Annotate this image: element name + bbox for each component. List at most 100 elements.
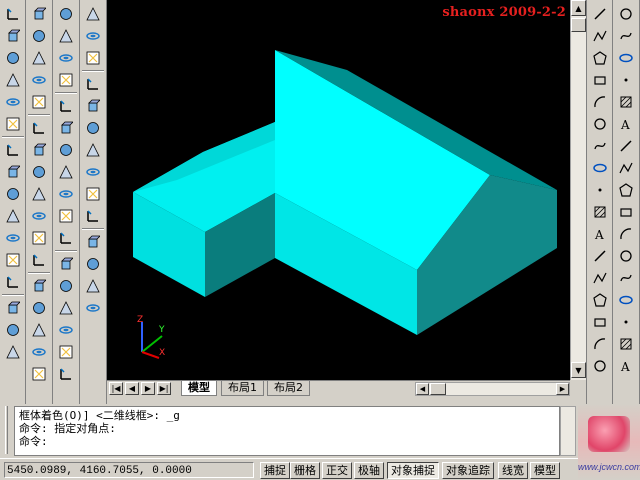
toolbar-tool-icon[interactable]	[83, 26, 103, 46]
toolbar-tool-icon[interactable]	[56, 48, 76, 68]
toolbar-tool-icon[interactable]	[29, 228, 49, 248]
snap-toggle[interactable]: 捕捉	[260, 462, 290, 479]
hscroll-thumb[interactable]	[430, 383, 446, 395]
toolbar-tool-icon[interactable]	[83, 254, 103, 274]
scroll-down-button[interactable]: ▼	[571, 362, 586, 378]
toolbar-tool-icon[interactable]	[616, 48, 636, 68]
toolbar-tool-icon[interactable]: A	[616, 356, 636, 376]
command-window[interactable]: 框体着色(O)] <二维线框>: _g 命令: 指定对角点: 命令:	[14, 406, 560, 456]
toolbar-tool-icon[interactable]	[3, 114, 23, 134]
toolbar-tool-icon[interactable]: A	[590, 224, 610, 244]
toolbar-tool-icon[interactable]	[56, 254, 76, 274]
toolbar-tool-icon[interactable]	[590, 158, 610, 178]
scroll-up-button[interactable]: ▲	[571, 0, 586, 16]
toolbar-tool-icon[interactable]	[590, 70, 610, 90]
toolbar-tool-icon[interactable]	[56, 298, 76, 318]
toolbar-tool-icon[interactable]	[3, 92, 23, 112]
toolbar-tool-icon[interactable]	[83, 276, 103, 296]
tab-layout1[interactable]: 布局1	[221, 381, 264, 396]
toolbar-tool-icon[interactable]	[56, 320, 76, 340]
toolbar-tool-icon[interactable]	[590, 114, 610, 134]
model-space-toggle[interactable]: 模型	[530, 462, 560, 479]
toolbar-tool-icon[interactable]	[29, 276, 49, 296]
lineweight-toggle[interactable]: 线宽	[498, 462, 528, 479]
toolbar-tool-icon[interactable]	[616, 26, 636, 46]
viewport-vertical-scrollbar[interactable]: ▲ ▼	[570, 0, 586, 380]
tab-next-button[interactable]: ▶	[141, 382, 155, 395]
toolbar-tool-icon[interactable]	[56, 364, 76, 384]
tab-first-button[interactable]: |◀	[109, 382, 123, 395]
scroll-thumb[interactable]	[571, 18, 586, 32]
toolbar-tool-icon[interactable]	[56, 342, 76, 362]
toolbar-tool-icon[interactable]	[3, 272, 23, 292]
scroll-right-button[interactable]: ▶	[556, 383, 569, 395]
toolbar-tool-icon[interactable]	[29, 26, 49, 46]
toolbar-tool-icon[interactable]	[29, 48, 49, 68]
grid-toggle[interactable]: 栅格	[290, 462, 320, 479]
toolbar-tool-icon[interactable]	[83, 74, 103, 94]
toolbar-tool-icon[interactable]	[616, 334, 636, 354]
toolbar-tool-icon[interactable]	[83, 118, 103, 138]
toolbar-tool-icon[interactable]	[590, 202, 610, 222]
toolbar-tool-icon[interactable]	[616, 158, 636, 178]
toolbar-tool-icon[interactable]	[590, 136, 610, 156]
toolbar-tool-icon[interactable]	[83, 140, 103, 160]
polar-toggle[interactable]: 极轴	[354, 462, 384, 479]
toolbar-tool-icon[interactable]	[616, 136, 636, 156]
toolbar-tool-icon[interactable]	[616, 202, 636, 222]
toolbar-tool-icon[interactable]	[56, 228, 76, 248]
toolbar-tool-icon[interactable]	[3, 162, 23, 182]
otrack-toggle[interactable]: 对象追踪	[442, 462, 494, 479]
toolbar-tool-icon[interactable]	[3, 342, 23, 362]
toolbar-tool-icon[interactable]	[29, 162, 49, 182]
toolbar-tool-icon[interactable]	[616, 224, 636, 244]
osnap-toggle[interactable]: 对象捕捉	[387, 462, 439, 479]
toolbar-tool-icon[interactable]	[29, 250, 49, 270]
toolbar-tool-icon[interactable]	[3, 140, 23, 160]
toolbar-tool-icon[interactable]	[29, 206, 49, 226]
toolbar-tool-icon[interactable]	[56, 162, 76, 182]
toolbar-tool-icon[interactable]	[56, 184, 76, 204]
command-scrollbar[interactable]	[560, 406, 576, 456]
toolbar-tool-icon[interactable]	[83, 96, 103, 116]
toolbar-tool-icon[interactable]	[3, 250, 23, 270]
toolbar-tool-icon[interactable]	[590, 268, 610, 288]
toolbar-tool-icon[interactable]	[83, 184, 103, 204]
toolbar-tool-icon[interactable]	[3, 4, 23, 24]
toolbar-tool-icon[interactable]	[590, 312, 610, 332]
toolbar-tool-icon[interactable]	[616, 70, 636, 90]
toolbar-tool-icon[interactable]	[29, 184, 49, 204]
toolbar-tool-icon[interactable]	[3, 206, 23, 226]
toolbar-tool-icon[interactable]	[56, 4, 76, 24]
toolbar-tool-icon[interactable]	[56, 96, 76, 116]
toolbar-tool-icon[interactable]	[83, 162, 103, 182]
toolbar-tool-icon[interactable]	[3, 184, 23, 204]
toolbar-tool-icon[interactable]	[29, 320, 49, 340]
toolbar-tool-icon[interactable]	[590, 334, 610, 354]
toolbar-tool-icon[interactable]	[590, 92, 610, 112]
toolbar-tool-icon[interactable]	[616, 246, 636, 266]
toolbar-tool-icon[interactable]	[29, 118, 49, 138]
toolbar-tool-icon[interactable]	[590, 48, 610, 68]
toolbar-tool-icon[interactable]	[29, 4, 49, 24]
toolbar-tool-icon[interactable]	[56, 276, 76, 296]
viewport-horizontal-scrollbar[interactable]: ◀ ▶	[415, 382, 570, 396]
toolbar-tool-icon[interactable]	[616, 290, 636, 310]
toolbar-tool-icon[interactable]	[3, 228, 23, 248]
toolbar-tool-icon[interactable]	[56, 118, 76, 138]
toolbar-tool-icon[interactable]	[29, 70, 49, 90]
tab-layout2[interactable]: 布局2	[267, 381, 310, 396]
toolbar-tool-icon[interactable]	[590, 4, 610, 24]
toolbar-tool-icon[interactable]	[29, 298, 49, 318]
toolbar-tool-icon[interactable]	[3, 298, 23, 318]
toolbar-tool-icon[interactable]	[29, 92, 49, 112]
toolbar-tool-icon[interactable]	[616, 4, 636, 24]
toolbar-tool-icon[interactable]	[616, 268, 636, 288]
toolbar-tool-icon[interactable]	[83, 48, 103, 68]
toolbar-tool-icon[interactable]	[590, 356, 610, 376]
toolbar-tool-icon[interactable]	[3, 48, 23, 68]
toolbar-tool-icon[interactable]	[3, 26, 23, 46]
command-prompt[interactable]: 命令:	[19, 435, 555, 448]
toolbar-tool-icon[interactable]	[616, 92, 636, 112]
toolbar-tool-icon[interactable]: A	[616, 114, 636, 134]
